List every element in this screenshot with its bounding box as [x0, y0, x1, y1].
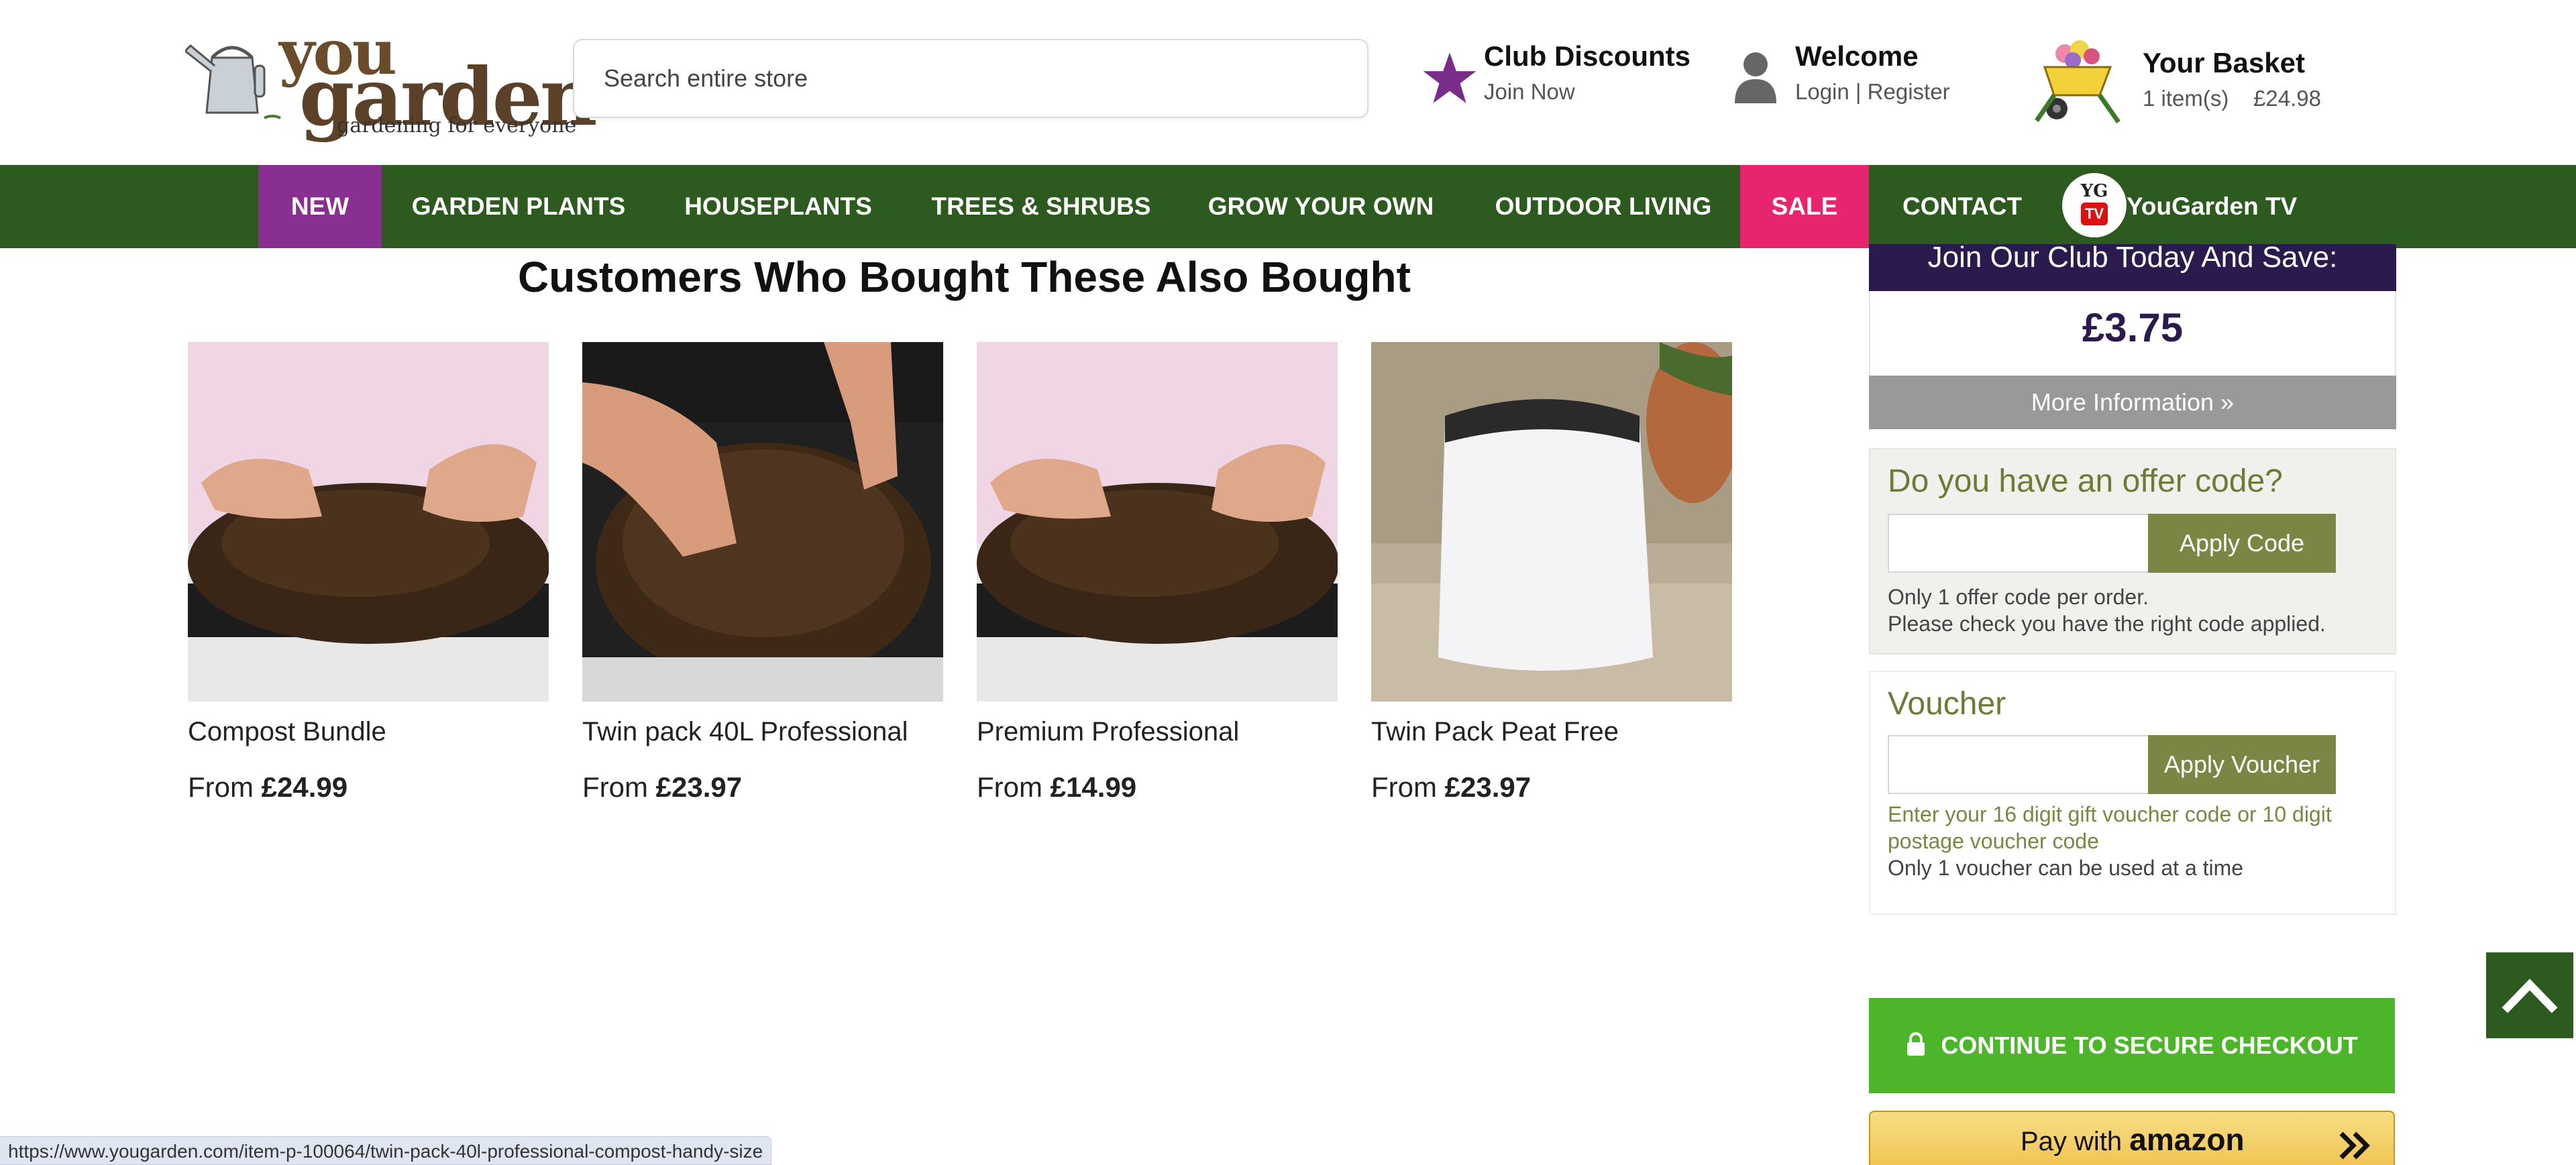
- nav-item-yougarden-tv[interactable]: YouGarden TV: [2127, 165, 2308, 248]
- ygtv-badge-tv: TV: [2081, 203, 2108, 225]
- price-value: £24.99: [261, 771, 348, 803]
- product-card[interactable]: Twin pack 40L Professional From £23.97: [582, 342, 943, 803]
- club-join-banner: Join Our Club Today And Save:: [1869, 244, 2396, 291]
- club-saving-amount: £3.75: [2082, 305, 2184, 350]
- apply-code-button[interactable]: Apply Code: [2148, 514, 2336, 573]
- site-header: you garden gardening for everyone Club D…: [0, 0, 2576, 165]
- product-image[interactable]: [1371, 342, 1740, 702]
- club-discounts-block[interactable]: Club Discounts Join Now: [1484, 40, 1690, 105]
- nav-item-new[interactable]: NEW: [258, 165, 382, 248]
- basket-title[interactable]: Your Basket: [2143, 47, 2321, 79]
- voucher-title: Voucher: [1888, 686, 2006, 722]
- amazon-logo-text: amazon: [2129, 1122, 2245, 1157]
- main-nav: NEW GARDEN PLANTS HOUSEPLANTS TREES & SH…: [0, 165, 2576, 248]
- nav-item-outdoor-living[interactable]: OUTDOOR LIVING: [1481, 165, 1725, 248]
- price-prefix: From: [1371, 771, 1437, 803]
- ygtv-badge-yg: YG: [2080, 181, 2108, 201]
- offer-note-2: Please check you have the right code app…: [1888, 612, 2326, 636]
- amazon-pay-label: Pay with amazon: [2021, 1121, 2245, 1158]
- nav-item-houseplants[interactable]: HOUSEPLANTS: [675, 165, 881, 248]
- club-saving-box: £3.75: [1869, 291, 2396, 376]
- status-bar-url: https://www.yougarden.com/item-p-100064/…: [0, 1136, 772, 1165]
- user-icon: [1735, 52, 1776, 103]
- wheelbarrow-icon[interactable]: [2025, 34, 2125, 127]
- product-card[interactable]: Compost Bundle From £24.99: [188, 342, 550, 803]
- search-box[interactable]: [573, 39, 1368, 118]
- price-prefix: From: [977, 771, 1042, 803]
- double-chevron-right-icon: [2339, 1131, 2370, 1160]
- nav-item-grow-your-own[interactable]: GROW YOUR OWN: [1202, 165, 1440, 248]
- offer-note-1: Only 1 offer code per order.: [1888, 585, 2149, 609]
- apply-voucher-button[interactable]: Apply Voucher: [2148, 735, 2336, 794]
- offer-code-title: Do you have an offer code?: [1888, 463, 2283, 499]
- basket-total: £24.98: [2253, 86, 2321, 111]
- amazon-pay-prefix: Pay with: [2021, 1127, 2123, 1156]
- product-name[interactable]: Twin pack 40L Professional: [582, 717, 943, 747]
- voucher-note-2: postage voucher code: [1888, 829, 2099, 853]
- account-block: Welcome Login | Register: [1795, 40, 1950, 105]
- search-input[interactable]: [604, 40, 1342, 117]
- account-links: Login | Register: [1795, 79, 1950, 105]
- product-image[interactable]: [582, 342, 943, 702]
- back-to-top-button[interactable]: [2486, 952, 2573, 1038]
- product-card[interactable]: Twin Pack Peat Free From £23.97: [1371, 342, 1740, 803]
- basket-block[interactable]: Your Basket 1 item(s) £24.98: [2143, 47, 2321, 111]
- voucher-note-3: Only 1 voucher can be used at a time: [1888, 856, 2244, 880]
- product-price: From £23.97: [582, 771, 943, 803]
- product-image[interactable]: [188, 342, 550, 702]
- amazon-pay-button[interactable]: Pay with amazon: [1869, 1111, 2395, 1165]
- watering-can-icon: [185, 44, 281, 119]
- price-value: £23.97: [655, 771, 743, 803]
- nav-item-garden-plants[interactable]: GARDEN PLANTS: [402, 165, 635, 248]
- basket-item-count: 1 item(s): [2143, 86, 2229, 111]
- club-join-text: Join Our Club Today And Save:: [1927, 244, 2338, 274]
- basket-summary[interactable]: 1 item(s) £24.98: [2143, 86, 2321, 111]
- checkout-label: CONTINUE TO SECURE CHECKOUT: [1941, 1032, 2358, 1059]
- lock-icon: [1907, 1032, 1925, 1056]
- product-image[interactable]: [977, 342, 1339, 702]
- nav-item-trees-shrubs[interactable]: TREES & SHRUBS: [922, 165, 1161, 248]
- club-discounts-title[interactable]: Club Discounts: [1484, 40, 1690, 72]
- login-link[interactable]: Login: [1795, 79, 1849, 104]
- star-icon: [1423, 52, 1477, 103]
- account-separator: |: [1855, 79, 1862, 104]
- voucher-note-1: Enter your 16 digit gift voucher code or…: [1888, 802, 2332, 826]
- offer-code-panel: Do you have an offer code? Apply Code On…: [1869, 448, 2396, 655]
- product-card[interactable]: Premium Professional From £14.99: [977, 342, 1339, 803]
- secure-checkout-button[interactable]: CONTINUE TO SECURE CHECKOUT: [1869, 998, 2395, 1093]
- product-name[interactable]: Premium Professional: [977, 717, 1338, 747]
- voucher-input[interactable]: [1888, 735, 2151, 794]
- site-logo[interactable]: you garden gardening for everyone: [185, 20, 598, 141]
- price-prefix: From: [188, 771, 254, 803]
- welcome-title: Welcome: [1795, 40, 1919, 72]
- product-price: From £14.99: [977, 771, 1338, 803]
- offer-code-input[interactable]: [1888, 514, 2151, 573]
- voucher-panel: Voucher Apply Voucher Enter your 16 digi…: [1869, 671, 2396, 915]
- product-name[interactable]: Compost Bundle: [188, 717, 549, 747]
- price-value: £23.97: [1444, 771, 1532, 803]
- price-value: £14.99: [1050, 771, 1137, 803]
- join-now-link[interactable]: Join Now: [1484, 79, 1690, 105]
- nav-item-contact[interactable]: CONTACT: [1888, 165, 2037, 248]
- more-information-button[interactable]: More Information »: [1869, 376, 2396, 429]
- register-link[interactable]: Register: [1868, 79, 1950, 104]
- nav-item-sale[interactable]: SALE: [1740, 165, 1869, 248]
- product-price: From £23.97: [1371, 771, 1732, 803]
- also-bought-heading: Customers Who Bought These Also Bought: [518, 253, 1411, 301]
- price-prefix: From: [582, 771, 648, 803]
- product-name[interactable]: Twin Pack Peat Free: [1371, 717, 1732, 747]
- chevron-up-icon: [2502, 979, 2558, 1013]
- logo-tagline: gardening for everyone: [337, 114, 577, 137]
- product-price: From £24.99: [188, 771, 549, 803]
- yougarden-tv-logo-icon[interactable]: YG TV: [2062, 173, 2127, 237]
